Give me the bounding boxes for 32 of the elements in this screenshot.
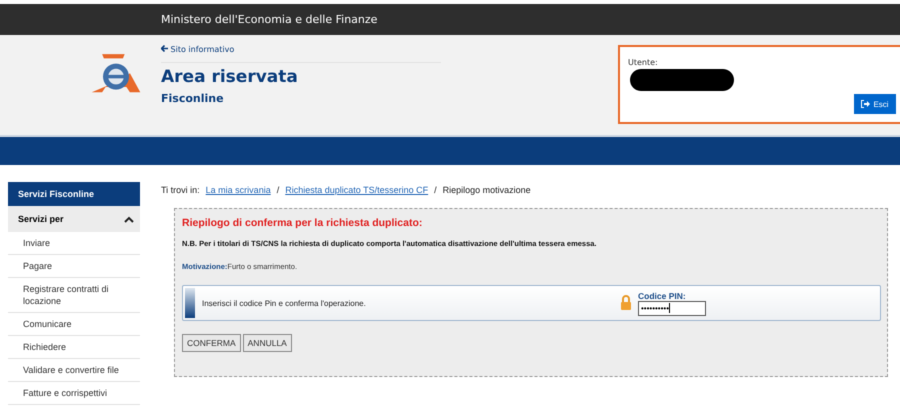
breadcrumb-link[interactable]: Richiesta duplicato TS/tesserino CF [285, 185, 428, 195]
page-subtitle: Fisconline [161, 92, 225, 105]
logout-icon [861, 100, 870, 108]
pin-box-accent [185, 288, 195, 318]
sidebar-item[interactable]: Fatture e corrispettivi [8, 382, 140, 405]
breadcrumb-current: Riepilogo motivazione [442, 185, 531, 195]
sidebar-item[interactable]: Inviare [8, 232, 140, 255]
sidebar-title: Servizi Fisconline [8, 182, 140, 206]
sidebar-item[interactable]: Pagare [8, 255, 140, 278]
back-arrow-icon [161, 45, 168, 52]
sidebar-item[interactable]: Registrare contratti di locazione [8, 278, 140, 313]
user-label: Utente: [628, 58, 658, 67]
ministry-title: Ministero dell'Economia e delle Finanze [161, 13, 378, 26]
breadcrumb-link[interactable]: La mia scrivania [206, 185, 271, 195]
sidebar-item[interactable]: Richiedere [8, 336, 140, 359]
sidebar-group[interactable]: Servizi per [8, 206, 140, 232]
pin-field[interactable]: •••••••••• [638, 300, 706, 316]
caret-icon [124, 216, 134, 222]
lock-icon [620, 295, 632, 311]
logout-button[interactable]: Esci [854, 94, 896, 114]
breadcrumb-separator: / [276, 185, 280, 195]
confirm-button[interactable]: CONFERMA [182, 334, 241, 352]
breadcrumb-label: Ti trovi in: [161, 185, 200, 195]
pin-label: Codice PIN: [638, 290, 687, 300]
panel-title: Riepilogo di conferma per la richiesta duplicato: [182, 217, 424, 229]
page-title: Area riservata [161, 67, 299, 87]
sidebar-item[interactable]: Validare e convertire file [8, 359, 140, 382]
cancel-button[interactable]: ANNULLA [242, 334, 292, 352]
pin-message: Inserisci il codice Pin e conferma l'operazione. [202, 298, 366, 308]
breadcrumb-separator: / [434, 185, 437, 195]
back-link[interactable]: Sito informativo [161, 45, 441, 63]
sidebar-item[interactable]: Comunicare [8, 313, 140, 336]
